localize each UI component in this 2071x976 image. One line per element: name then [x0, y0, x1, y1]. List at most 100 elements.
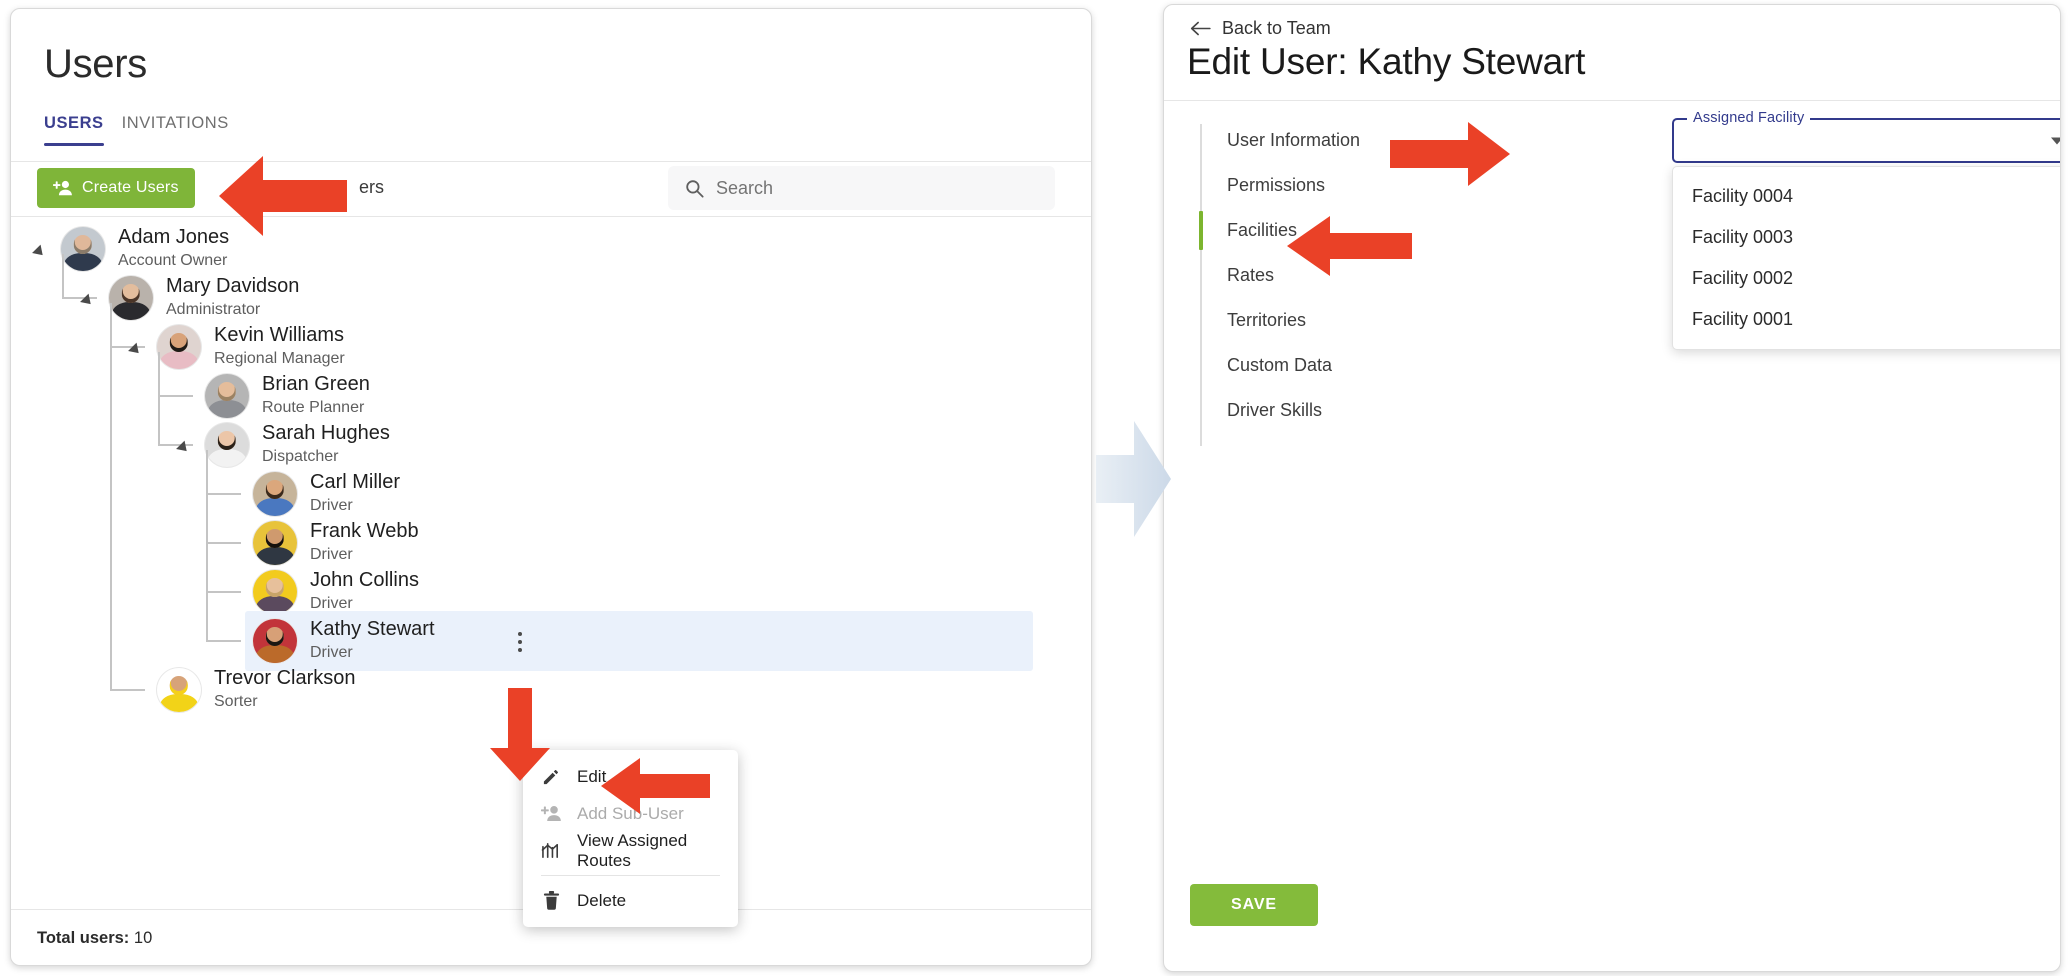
context-menu-item-delete[interactable]: Delete — [523, 882, 738, 919]
expand-caret-icon[interactable] — [176, 440, 191, 456]
context-menu-item-label: Add Sub-User — [577, 803, 684, 823]
tree-connector-horizontal — [158, 395, 193, 397]
tree-node-text: Trevor Clarkson Sorter — [214, 667, 356, 713]
tree-connector-horizontal — [206, 542, 241, 544]
obscured-toolbar-text: ers — [359, 177, 385, 197]
dropdown-option[interactable]: Facility 0002 — [1673, 258, 2060, 299]
tab-bar: USERS INVITATIONS — [44, 114, 229, 146]
nav-item-territories[interactable]: Territories — [1200, 298, 1430, 343]
context-menu-item-add-sub-user: Add Sub-User — [523, 795, 738, 832]
page-title: Users — [44, 42, 147, 86]
dropdown-option[interactable]: Facility 0004 — [1673, 176, 2060, 217]
tree-node-text: Kathy Stewart Driver — [310, 618, 435, 664]
search-input[interactable]: Search — [668, 166, 1055, 210]
nav-item-facilities[interactable]: Facilities — [1199, 208, 1430, 253]
tab-invitations[interactable]: INVITATIONS — [122, 114, 229, 146]
add-user-icon — [541, 805, 562, 822]
nav-item-driver-skills[interactable]: Driver Skills — [1200, 388, 1430, 433]
create-users-button[interactable]: Create Users — [37, 168, 195, 208]
kathy-stewart-kebab[interactable] — [514, 628, 526, 656]
flow-arrow-icon — [1096, 415, 1171, 543]
right-panel-divider — [1164, 100, 2060, 101]
tree-node-text: John Collins Driver — [310, 569, 419, 615]
tree-node[interactable]: Frank Webb Driver — [11, 450, 1091, 567]
assigned-facility-select[interactable]: Assigned Facility — [1672, 110, 2060, 163]
tree-node-text: Sarah Hughes Dispatcher — [262, 422, 390, 468]
screenshot-stage: Users USERS INVITATIONS Create Users ers — [0, 0, 2071, 976]
avatar — [157, 668, 201, 712]
nav-item-rates[interactable]: Rates — [1200, 253, 1430, 298]
tree-connector-vertical — [158, 352, 160, 445]
chevron-down-icon[interactable] — [2051, 137, 2060, 144]
tab-users[interactable]: USERS — [44, 114, 104, 146]
tree-node-text: Frank Webb Driver — [310, 520, 419, 566]
pencil-icon — [541, 767, 562, 786]
tree-node[interactable]: Mary Davidson Administrator — [11, 254, 1091, 322]
tree-node-name: Mary Davidson — [166, 275, 300, 298]
save-button[interactable]: SAVE — [1190, 884, 1318, 926]
context-menu-separator — [541, 875, 720, 876]
tree-node-role: Sorter — [214, 693, 258, 711]
tree-node-text: Brian Green Route Planner — [262, 373, 370, 419]
assigned-facility-field: Assigned Facility Facility 0004 Facility … — [1672, 110, 2060, 350]
tree-node-name: Carl Miller — [310, 471, 400, 494]
edit-user-title: Edit User: Kathy Stewart — [1187, 41, 1586, 82]
add-user-icon — [53, 180, 73, 196]
tree-node-name: Trevor Clarkson — [214, 667, 356, 690]
context-menu-item-label: Edit — [577, 766, 607, 786]
tree-node[interactable]: Kevin Williams Regional Manager — [11, 303, 1091, 371]
expand-caret-icon[interactable] — [80, 293, 95, 309]
tree-connector-horizontal — [206, 493, 241, 495]
user-context-menu: Edit Add Sub-User View Assigned Routes Dele… — [523, 750, 738, 927]
avatar — [157, 325, 201, 369]
routes-icon — [541, 841, 562, 860]
tree-connector-horizontal — [206, 591, 241, 593]
dropdown-option[interactable]: Facility 0003 — [1673, 217, 2060, 258]
nav-item-user-information[interactable]: User Information — [1200, 118, 1430, 163]
tree-node[interactable]: Adam Jones Account Owner — [11, 224, 1091, 273]
context-menu-item-label: View Assigned Routes — [577, 830, 688, 870]
tree-node-name: Kathy Stewart — [310, 618, 435, 641]
tree-node-name: Adam Jones — [118, 226, 230, 249]
tree-connector-vertical — [110, 303, 112, 690]
expand-caret-icon[interactable] — [128, 342, 143, 358]
tree-node-name: Brian Green — [262, 373, 370, 396]
tree-node-name: Kevin Williams — [214, 324, 345, 347]
search-icon — [685, 179, 704, 198]
tree-node[interactable]: Trevor Clarkson Sorter — [11, 303, 1091, 714]
assigned-facility-dropdown: Facility 0004 Facility 0003 Facility 0002 F… — [1672, 166, 2060, 350]
trash-icon — [541, 891, 562, 910]
tree-node-name: Sarah Hughes — [262, 422, 390, 445]
avatar — [253, 521, 297, 565]
assigned-facility-label: Assigned Facility — [1687, 110, 1811, 126]
avatar — [253, 619, 297, 663]
edit-user-panel: Back to Team Edit User: Kathy Stewart Us… — [1163, 4, 2061, 972]
tree-node[interactable]: Carl Miller Driver — [11, 450, 1091, 518]
tree-node[interactable]: John Collins Driver — [11, 450, 1091, 616]
avatar — [205, 423, 249, 467]
avatar — [253, 570, 297, 614]
nav-item-custom-data[interactable]: Custom Data — [1200, 343, 1430, 388]
tree-node-name: Frank Webb — [310, 520, 419, 543]
avatar — [253, 472, 297, 516]
tree-node[interactable]: Sarah Hughes Dispatcher — [11, 352, 1091, 469]
dropdown-option[interactable]: Facility 0001 — [1673, 299, 2060, 340]
expand-caret-icon[interactable] — [32, 244, 47, 260]
tree-node-name: John Collins — [310, 569, 419, 592]
search-placeholder: Search — [716, 177, 774, 198]
tree-connector-vertical — [62, 254, 64, 298]
tree-node-text: Adam Jones Account Owner — [118, 226, 229, 272]
tree-node[interactable]: Kathy Stewart Driver — [11, 450, 1091, 671]
nav-item-permissions[interactable]: Permissions — [1200, 163, 1430, 208]
tree-connector-horizontal — [206, 640, 241, 642]
total-users: Total users: 10 — [37, 929, 152, 948]
back-to-team-link[interactable]: Back to Team — [1190, 18, 1331, 39]
tabs-divider — [11, 161, 1091, 162]
context-menu-item-edit[interactable]: Edit — [523, 758, 738, 795]
tree-node-row[interactable]: Trevor Clarkson Sorter — [149, 660, 364, 720]
toolbar-divider — [11, 216, 1091, 217]
tree-node-text: Mary Davidson Administrator — [166, 275, 299, 321]
context-menu-item-view-assigned-routes[interactable]: View Assigned Routes — [523, 830, 738, 870]
back-to-team-label: Back to Team — [1222, 18, 1331, 38]
tree-node[interactable]: Brian Green Route Planner — [11, 352, 1091, 420]
